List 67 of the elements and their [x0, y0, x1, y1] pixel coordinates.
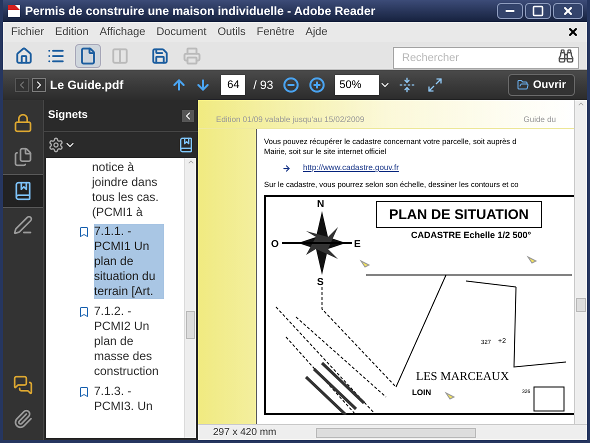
menu-item[interactable]: Fenêtre	[256, 24, 295, 40]
menu-item[interactable]: Fichier	[11, 24, 44, 40]
scroll-thumb[interactable]	[316, 428, 476, 438]
signature-icon	[13, 215, 33, 235]
compass-label: E	[354, 238, 361, 252]
compass-label: N	[317, 198, 324, 212]
print-icon	[183, 46, 201, 64]
map-scale: CADASTRE Echelle 1/2 500°	[411, 229, 532, 242]
page-header: Edition 01/09 valable jusqu'au 15/02/2009	[216, 114, 364, 126]
settings-icon[interactable]	[48, 137, 64, 153]
collapse-icon[interactable]	[182, 110, 194, 122]
bookmark-item[interactable]: 7.1.2. - PCMI2 Un plan de masse des construction	[94, 304, 164, 379]
bookmark-item[interactable]: 7.1.3. - PCMI3. Un	[94, 384, 164, 414]
scroll-thumb[interactable]	[186, 311, 195, 339]
search-icon[interactable]	[558, 48, 574, 64]
place-name: LES MARCEAUX	[416, 368, 510, 386]
bookmarks-tab[interactable]	[3, 174, 43, 208]
close-icon	[562, 5, 574, 17]
vertical-scrollbar[interactable]	[574, 100, 587, 424]
search-field[interactable]: Rechercher	[393, 46, 579, 68]
zoom-field[interactable]: 50%	[335, 75, 380, 95]
zoom-in-icon[interactable]	[309, 77, 326, 93]
spread-icon	[111, 46, 129, 64]
maximize-icon	[532, 5, 544, 17]
page-count: / 93	[253, 77, 274, 94]
window-title: Permis de construire une maison individuelle - Adobe Reader	[25, 3, 376, 20]
attachments-icon	[13, 409, 33, 429]
scroll-thumb[interactable]	[576, 298, 586, 312]
compass-label: S	[317, 276, 324, 290]
page-icon	[79, 46, 97, 64]
menu-item[interactable]: Ajde	[306, 24, 328, 40]
bookmark-icon	[78, 226, 90, 238]
panel-title: Signets	[48, 108, 88, 124]
close-button[interactable]	[553, 3, 583, 19]
vertical-scrollbar[interactable]	[184, 158, 196, 438]
map-title: PLAN DE SITUATION	[376, 201, 542, 228]
menu-item[interactable]: Affichage	[100, 24, 146, 40]
web-link[interactable]: http://www.cadastre.gouv.fr	[303, 162, 399, 174]
open-button[interactable]: Ouvrir	[508, 74, 575, 96]
maximize-button[interactable]	[525, 3, 551, 19]
zoom-out-icon[interactable]	[283, 77, 300, 93]
menu-item[interactable]: Edition	[55, 24, 89, 40]
save-icon	[151, 46, 169, 64]
minimize-button[interactable]	[497, 3, 523, 19]
forward-button[interactable]	[32, 78, 46, 92]
bookmarks-icon	[13, 181, 33, 201]
arrow-right-icon	[282, 164, 291, 172]
compass-label: O	[271, 238, 279, 252]
close-icon[interactable]	[567, 26, 579, 38]
folder-icon	[516, 79, 529, 91]
page-tool-button[interactable]	[75, 44, 101, 68]
page-header: Guide du	[524, 114, 556, 126]
menu-item[interactable]: Outils	[217, 24, 246, 40]
bookmark-icon	[78, 306, 90, 318]
file-name: Le Guide.pdf	[50, 77, 124, 94]
comments-icon	[13, 375, 33, 395]
place-name: LOIN	[412, 387, 432, 400]
page-field[interactable]: 64	[221, 75, 246, 95]
menu-item[interactable]: Document	[156, 24, 206, 40]
lock-icon	[13, 113, 33, 133]
new-bookmark-icon[interactable]	[178, 137, 194, 153]
bookmark-item[interactable]: notice à joindre dans tous les cas. (PCMI1 à	[92, 160, 162, 220]
home-icon	[15, 46, 33, 64]
pages-icon	[13, 147, 33, 167]
bookmark-icon	[78, 386, 90, 398]
bookmark-item[interactable]: 7.1.1. - PCMI1 Un plan de situation du terrain [Art.	[94, 224, 164, 299]
page-size: 297 x 420 mm	[212, 426, 278, 440]
